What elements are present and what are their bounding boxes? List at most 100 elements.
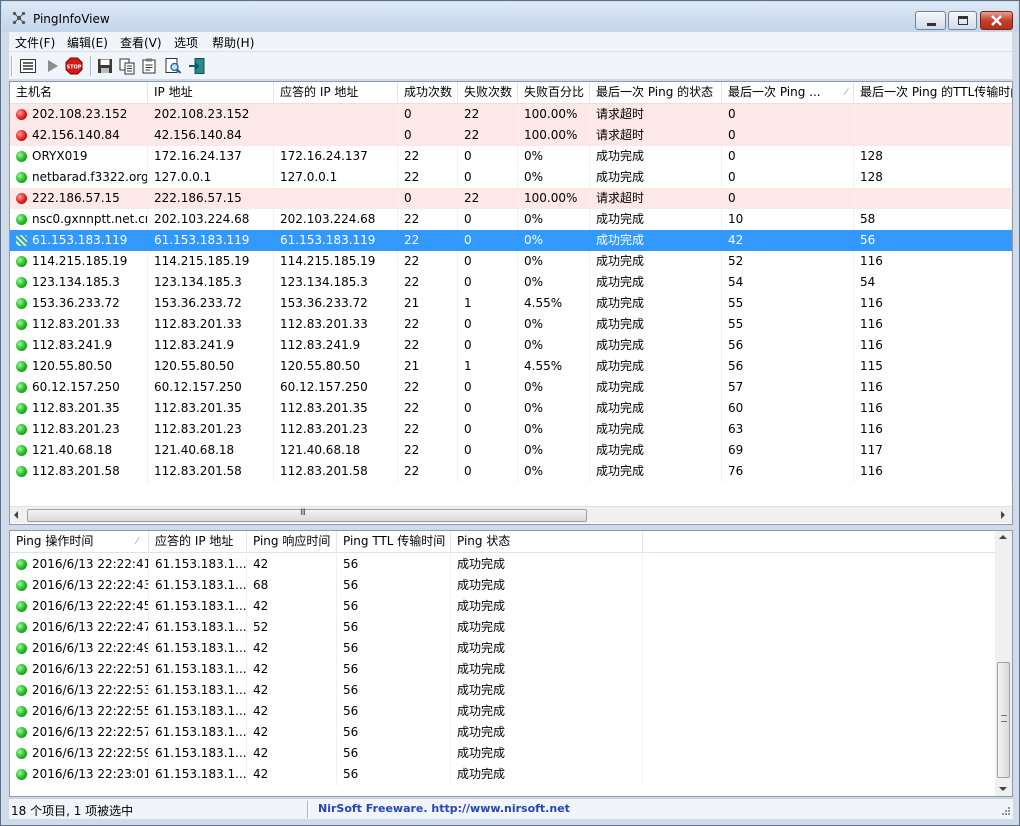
status-item-count: 18 个项目, 1 项被选中	[11, 804, 134, 818]
table-cell: 0	[458, 419, 518, 440]
table-cell: 请求超时	[590, 125, 722, 146]
table-cell: 61.153.183.1...	[149, 659, 247, 680]
minimize-button[interactable]	[915, 11, 946, 30]
hosts-list[interactable]: 主机名 IP 地址 应答的 IP 地址 成功次数 失败次数 失败百分比 最后一次…	[9, 81, 1013, 525]
table-cell: 61.153.183.1...	[149, 554, 247, 575]
table-row[interactable]: 114.215.185.19 114.215.185.19 114.215.185.…	[10, 251, 1012, 272]
table-row[interactable]: 202.108.23.152 202.108.23.152 0 22 100.00% 请求…	[10, 104, 1012, 125]
menu-file[interactable]: 文件(F)	[15, 34, 55, 51]
column-header-hostname[interactable]: 主机名	[10, 82, 148, 104]
column-header-reply-ip[interactable]: 应答的 IP 地址	[274, 82, 398, 104]
table-cell: 22	[398, 272, 458, 293]
list-item[interactable]: 2016/6/13 22:22:55 61.153.183.1... 42 56 成功完…	[10, 701, 995, 722]
table-row[interactable]: 112.83.201.23 112.83.201.23 112.83.201.23 2…	[10, 419, 1012, 440]
column-header-ping-time[interactable]: Ping 操作时间 ⁄	[10, 531, 149, 553]
table-row[interactable]: 112.83.201.58 112.83.201.58 112.83.201.58 2…	[10, 461, 1012, 482]
scroll-right-icon[interactable]	[1001, 511, 1005, 519]
list-item[interactable]: 2016/6/13 22:22:53 61.153.183.1... 42 56 成功完…	[10, 680, 995, 701]
list-item[interactable]: 2016/6/13 22:22:59 61.153.183.1... 42 56 成功完…	[10, 743, 995, 764]
list-item[interactable]: 2016/6/13 22:22:43 61.153.183.1... 68 56 成功完…	[10, 575, 995, 596]
table-row[interactable]: 153.36.233.72 153.36.233.72 153.36.233.72 2…	[10, 293, 1012, 314]
title-bar[interactable]: PingInfoView	[2, 2, 1018, 32]
table-cell: 222.186.57.15	[148, 188, 274, 209]
list-item[interactable]: 2016/6/13 22:22:49 61.153.183.1... 42 56 成功完…	[10, 638, 995, 659]
table-cell: 22	[458, 125, 518, 146]
close-button[interactable]	[980, 11, 1013, 30]
scroll-left-icon[interactable]	[14, 511, 18, 519]
menu-help[interactable]: 帮助(H)	[212, 34, 254, 51]
table-row[interactable]: 42.156.140.84 42.156.140.84 0 22 100.00% 请求超时…	[10, 125, 1012, 146]
table-cell	[854, 125, 1012, 146]
table-cell: 172.16.24.137	[274, 146, 398, 167]
scroll-grip-icon	[1001, 715, 1007, 722]
table-row[interactable]: netbarad.f3322.org 127.0.0.1 127.0.0.1 22 0 0…	[10, 167, 1012, 188]
play-icon[interactable]	[43, 57, 61, 75]
table-cell: 成功完成	[590, 440, 722, 461]
table-cell: 0%	[518, 209, 590, 230]
vertical-scrollbar[interactable]	[995, 531, 1012, 796]
table-cell: 22	[398, 209, 458, 230]
column-header-last-ttl[interactable]: 最后一次 Ping 的TTL传输时间	[854, 82, 1012, 104]
table-cell: 2016/6/13 22:22:51	[26, 659, 149, 680]
report-icon[interactable]	[140, 57, 158, 75]
table-row[interactable]: 112.83.241.9 112.83.241.9 112.83.241.9 22 0 0…	[10, 335, 1012, 356]
column-header-fail-count[interactable]: 失败次数	[458, 82, 518, 104]
maximize-button[interactable]	[948, 11, 977, 30]
list-item[interactable]: 2016/6/13 22:22:47 61.153.183.1... 52 56 成功完…	[10, 617, 995, 638]
table-cell: 116	[854, 398, 1012, 419]
table-cell: 1	[458, 356, 518, 377]
table-cell: 4.55%	[518, 356, 590, 377]
column-header-response-time[interactable]: Ping 响应时间	[247, 531, 337, 553]
ping-history-list[interactable]: Ping 操作时间 ⁄ 应答的 IP 地址 Ping 响应时间 Ping TTL…	[9, 530, 1013, 797]
menu-options[interactable]: 选项	[174, 34, 198, 51]
table-cell: 202.108.23.152	[148, 104, 274, 125]
search-icon[interactable]	[164, 57, 182, 75]
table-row[interactable]: 112.83.201.35 112.83.201.35 112.83.201.35 2…	[10, 398, 1012, 419]
column-header-success-count[interactable]: 成功次数	[398, 82, 458, 104]
column-header-ping-status[interactable]: Ping 状态	[451, 531, 643, 553]
table-row[interactable]: 61.153.183.119 61.153.183.119 61.153.183.1…	[10, 230, 1012, 251]
column-header-last-ping-time[interactable]: 最后一次 Ping ... ⁄	[722, 82, 854, 104]
list-item[interactable]: 2016/6/13 22:22:51 61.153.183.1... 42 56 成功完…	[10, 659, 995, 680]
properties-icon[interactable]	[19, 57, 37, 75]
list-item[interactable]: 2016/6/13 22:23:01 61.153.183.1... 42 56 成功完…	[10, 764, 995, 785]
column-header-last-status[interactable]: 最后一次 Ping 的状态	[590, 82, 722, 104]
column-header-ttl[interactable]: Ping TTL 传输时间	[337, 531, 451, 553]
table-cell: 120.55.80.50	[26, 356, 148, 377]
table-row[interactable]: nsc0.gxnnptt.net.cn 202.103.224.68 202.103…	[10, 209, 1012, 230]
list-item[interactable]: 2016/6/13 22:22:57 61.153.183.1... 42 56 成功完…	[10, 722, 995, 743]
table-row[interactable]: 112.83.201.33 112.83.201.33 112.83.201.33 2…	[10, 314, 1012, 335]
menu-edit[interactable]: 编辑(E)	[67, 34, 108, 51]
horizontal-scrollbar[interactable]: III	[10, 506, 1012, 523]
table-row[interactable]: 123.134.185.3 123.134.185.3 123.134.185.3 2…	[10, 272, 1012, 293]
stop-icon[interactable]: STOP	[65, 57, 83, 75]
table-cell: 0	[398, 104, 458, 125]
table-row[interactable]: 60.12.157.250 60.12.157.250 60.12.157.250 2…	[10, 377, 1012, 398]
table-row[interactable]: 222.186.57.15 222.186.57.15 0 22 100.00% 请求超时…	[10, 188, 1012, 209]
list-item[interactable]: 2016/6/13 22:22:41 61.153.183.1... 42 56 成功完…	[10, 554, 995, 575]
table-cell: 112.83.241.9	[274, 335, 398, 356]
nirsoft-link[interactable]: NirSoft Freeware. http://www.nirsoft.net	[318, 802, 570, 815]
horizontal-scroll-thumb[interactable]: III	[27, 508, 587, 522]
table-cell: 112.83.201.23	[26, 419, 148, 440]
resize-grip-icon[interactable]	[999, 806, 1011, 818]
exit-icon[interactable]	[188, 57, 206, 75]
list-item[interactable]: 2016/6/13 22:22:45 61.153.183.1... 42 56 成功完…	[10, 596, 995, 617]
scroll-down-icon[interactable]	[999, 787, 1007, 791]
table-cell: 0%	[518, 398, 590, 419]
table-row[interactable]: 121.40.68.18 121.40.68.18 121.40.68.18 22 0 0…	[10, 440, 1012, 461]
column-header-fail-percent[interactable]: 失败百分比	[518, 82, 590, 104]
vertical-scroll-thumb[interactable]	[997, 662, 1010, 778]
table-cell: ORYX019	[26, 146, 148, 167]
scroll-up-icon[interactable]	[999, 535, 1007, 539]
column-header-reply-ip[interactable]: 应答的 IP 地址	[149, 531, 247, 553]
table-row[interactable]: 120.55.80.50 120.55.80.50 120.55.80.50 21 1 4…	[10, 356, 1012, 377]
save-icon[interactable]	[96, 57, 114, 75]
table-cell: 116	[854, 314, 1012, 335]
table-cell: 请求超时	[590, 104, 722, 125]
column-header-ip[interactable]: IP 地址	[148, 82, 274, 104]
copy-icon[interactable]	[118, 57, 136, 75]
table-row[interactable]: ORYX019 172.16.24.137 172.16.24.137 22 0 0% 成功…	[10, 146, 1012, 167]
menu-view[interactable]: 查看(V)	[120, 34, 162, 51]
table-cell: 112.83.201.35	[26, 398, 148, 419]
